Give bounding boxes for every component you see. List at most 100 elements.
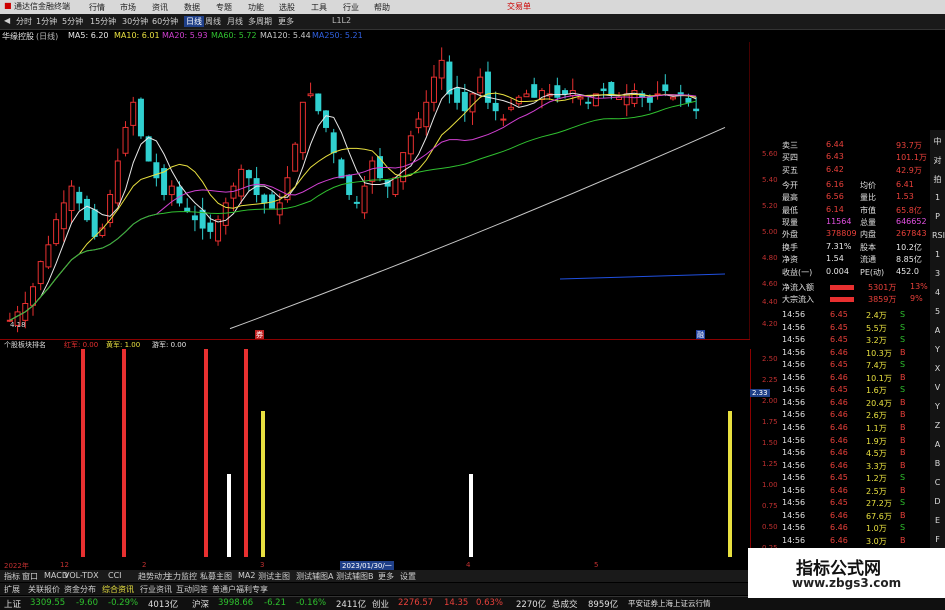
side-tool-icon[interactable]: B — [932, 459, 943, 470]
side-tool-icon[interactable]: V — [932, 383, 943, 394]
index-name[interactable]: 创业 — [372, 598, 389, 610]
menu-topic[interactable]: 专题 — [216, 2, 232, 13]
index-value[interactable]: 2276.57 — [398, 598, 433, 608]
indicator-tab[interactable]: VOL-TDX — [64, 571, 99, 580]
candle-body — [37, 261, 44, 285]
side-tool-icon[interactable]: A — [932, 440, 943, 451]
menu-select[interactable]: 选股 — [279, 2, 295, 13]
side-tool-icon[interactable]: Y — [932, 345, 943, 356]
side-tool-icon[interactable]: 对 — [932, 155, 943, 166]
side-tool-icon[interactable]: Y — [932, 402, 943, 413]
tab-multi[interactable]: 多周期 — [248, 16, 272, 27]
side-tool-icon[interactable]: A — [932, 326, 943, 337]
menu-data[interactable]: 数据 — [184, 2, 200, 13]
side-tool-icon[interactable]: 中 — [932, 136, 943, 147]
index-change[interactable]: 14.35 — [444, 598, 468, 608]
index-percent[interactable]: 0.63% — [476, 598, 503, 608]
indicator-tab[interactable]: 指标 — [4, 571, 20, 582]
trade-button[interactable]: 交易单 — [507, 1, 531, 12]
menu-industry[interactable]: 行业 — [343, 2, 359, 13]
tick-time: 14:56 — [782, 473, 806, 483]
side-tool-icon[interactable]: E — [932, 516, 943, 527]
tick-time: 14:56 — [782, 485, 806, 495]
indicator-tab[interactable]: MA2 — [238, 571, 255, 580]
tab-day[interactable]: 日线 — [184, 16, 204, 27]
tick-price: 6.46 — [830, 435, 848, 445]
side-tool-icon[interactable]: 4 — [932, 288, 943, 299]
side-tool-icon[interactable]: D — [932, 497, 943, 508]
index-change[interactable]: -6.21 — [264, 598, 286, 608]
tab-30min[interactable]: 30分钟 — [122, 16, 148, 27]
indicator-tab[interactable]: 测试主图 — [258, 571, 290, 582]
menu-help[interactable]: 帮助 — [374, 2, 390, 13]
tab-60min[interactable]: 60分钟 — [152, 16, 178, 27]
side-tool-icon[interactable]: RSI — [932, 231, 945, 242]
menu-quote[interactable]: 行情 — [89, 2, 105, 13]
side-tool-icon[interactable]: 3 — [932, 269, 943, 280]
index-amount[interactable]: 2411亿 — [336, 598, 366, 610]
indicator-tab[interactable]: CCI — [108, 571, 122, 580]
tick-time: 14:56 — [782, 322, 806, 332]
tab-5min[interactable]: 5分钟 — [62, 16, 83, 27]
indicator-tab[interactable]: 窗口 — [22, 571, 38, 582]
back-icon[interactable]: ◀ — [4, 16, 10, 25]
index-amount[interactable]: 2270亿 — [516, 598, 546, 610]
info-tab[interactable]: 综合资讯 — [102, 584, 134, 595]
tab-more[interactable]: 更多 — [278, 16, 294, 27]
side-tool-icon[interactable]: 1 — [932, 193, 943, 204]
side-tool-icon[interactable]: P — [932, 212, 943, 223]
index-name[interactable]: 上证 — [4, 598, 21, 610]
side-tool-icon[interactable]: Z — [932, 421, 943, 432]
indicator-tab[interactable]: 主力监控 — [165, 571, 197, 582]
indicator-tab[interactable]: 测试辅图A — [296, 571, 333, 582]
tick-row: 14:56 6.46 4.5万 B — [750, 448, 930, 459]
candle-body — [346, 174, 353, 196]
info-tab[interactable]: 普通户福利专享 — [212, 584, 268, 595]
info-tab[interactable]: 行业资讯 — [140, 584, 172, 595]
indicator-tab[interactable]: 测试辅图B — [336, 571, 374, 582]
info-tab[interactable]: 互动问答 — [176, 584, 208, 595]
side-tool-icon[interactable]: 拍 — [932, 174, 943, 185]
quote-value: 6.56 — [826, 192, 844, 202]
tab-1min[interactable]: 1分钟 — [36, 16, 57, 27]
tab-month[interactable]: 月线 — [227, 16, 243, 27]
side-tool-icon[interactable]: 5 — [932, 307, 943, 318]
tab-time[interactable]: 分时 — [16, 16, 32, 27]
candle-body — [137, 98, 144, 137]
side-tool-icon[interactable]: F — [932, 535, 943, 546]
indicator-tab[interactable]: 更多 — [378, 571, 394, 582]
menu-market[interactable]: 市场 — [120, 2, 136, 13]
side-tool-icon[interactable]: C — [932, 478, 943, 489]
index-percent[interactable]: -0.29% — [108, 598, 138, 608]
index-amount[interactable]: 4013亿 — [148, 598, 178, 610]
info-tab[interactable]: 扩展 — [4, 584, 20, 595]
tick-price: 6.46 — [830, 460, 848, 470]
indicator-chart[interactable]: 2.33 2.50 2.25 2.00 1.75 1.50 1.25 1.00 … — [0, 349, 778, 561]
tab-15min[interactable]: 15分钟 — [90, 16, 116, 27]
tab-week[interactable]: 周线 — [205, 16, 221, 27]
tick-side: B — [900, 410, 906, 420]
side-tool-icon[interactable]: 1 — [932, 250, 943, 261]
quote-value: 6.43 — [826, 152, 844, 162]
info-tab[interactable]: 资金分布 — [64, 584, 96, 595]
tick-side: B — [900, 485, 906, 495]
indicator-tab[interactable]: 私募主图 — [200, 571, 232, 582]
quote-label: 最高 — [782, 193, 798, 203]
indicator-tab[interactable]: 设置 — [400, 571, 416, 582]
info-tab[interactable]: 关联报价 — [28, 584, 60, 595]
side-tool-icon[interactable]: X — [932, 364, 943, 375]
candle-body — [176, 186, 183, 204]
index-percent[interactable]: -0.16% — [296, 598, 326, 608]
index-value[interactable]: 3309.55 — [30, 598, 65, 608]
menu-tools[interactable]: 工具 — [311, 2, 327, 13]
tick-time: 14:56 — [782, 498, 806, 508]
index-value[interactable]: 3998.66 — [218, 598, 253, 608]
tick-volume: 3.0万 — [866, 536, 887, 546]
candle-body — [670, 96, 677, 100]
candlestick-chart[interactable]: 5.60 5.40 5.20 5.00 4.80 4.60 4.40 4.20 … — [0, 42, 778, 340]
flow-percent: 9% — [910, 294, 923, 303]
menu-news[interactable]: 资讯 — [152, 2, 168, 13]
index-change[interactable]: -9.60 — [76, 598, 98, 608]
index-name[interactable]: 沪深 — [192, 598, 209, 610]
menu-function[interactable]: 功能 — [248, 2, 264, 13]
